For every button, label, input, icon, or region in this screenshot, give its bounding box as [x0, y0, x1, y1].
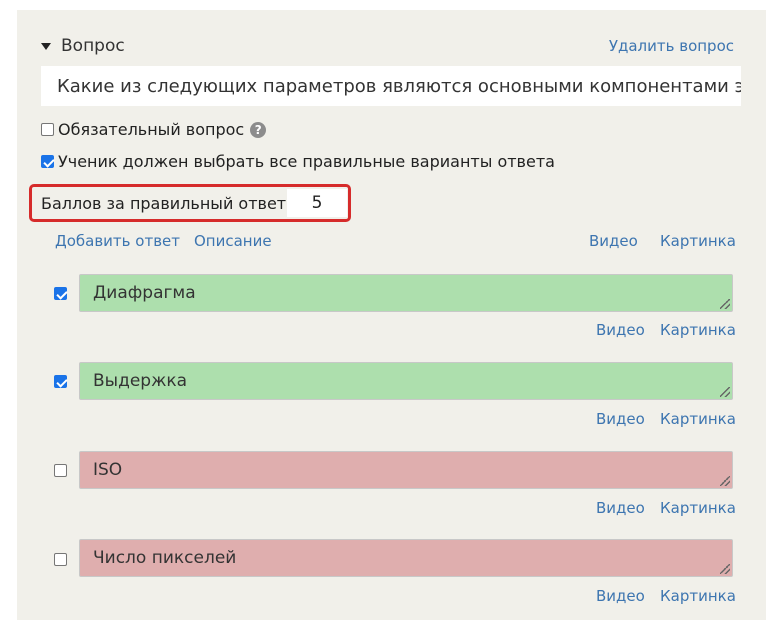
answer-text: Выдержка — [93, 371, 188, 391]
answer-video-link[interactable]: Видео — [596, 410, 645, 428]
help-icon[interactable]: ? — [250, 121, 267, 138]
all-correct-option: Ученик должен выбрать все правильные вар… — [41, 152, 555, 171]
required-label: Обязательный вопрос — [58, 120, 245, 139]
question-toggle[interactable]: Вопрос — [41, 36, 125, 56]
resize-handle-icon[interactable] — [720, 387, 730, 397]
answer-picture-link[interactable]: Картинка — [660, 587, 736, 605]
answer-picture-link[interactable]: Картинка — [660, 321, 736, 339]
all-correct-label: Ученик должен выбрать все правильные вар… — [58, 152, 555, 171]
all-correct-checkbox[interactable] — [41, 155, 54, 168]
answer-video-link[interactable]: Видео — [596, 321, 645, 339]
description-link[interactable]: Описание — [194, 232, 272, 250]
answer-text: Диафрагма — [93, 283, 196, 303]
score-field-group: Баллов за правильный ответ: 5 — [29, 184, 351, 222]
question-picture-link[interactable]: Картинка — [660, 232, 736, 250]
answer-field[interactable]: Выдержка — [79, 362, 733, 400]
score-input[interactable]: 5 — [287, 189, 347, 217]
answer-text: ISO — [93, 460, 123, 480]
caret-down-icon — [41, 42, 51, 50]
answer-text: Число пикселей — [93, 548, 237, 568]
answer-checkbox[interactable] — [54, 464, 67, 477]
question-toggle-label: Вопрос — [61, 36, 125, 56]
answer-picture-link[interactable]: Картинка — [660, 499, 736, 517]
answer-video-link[interactable]: Видео — [596, 499, 645, 517]
question-panel: Вопрос Удалить вопрос Какие из следующих… — [17, 10, 766, 620]
answer-checkbox[interactable] — [54, 287, 67, 300]
answer-video-link[interactable]: Видео — [596, 587, 645, 605]
answer-checkbox[interactable] — [54, 375, 67, 388]
score-value: 5 — [311, 193, 323, 213]
resize-handle-icon[interactable] — [720, 299, 730, 309]
add-answer-link[interactable]: Добавить ответ — [55, 232, 180, 250]
question-video-link[interactable]: Видео — [589, 232, 638, 250]
answer-field[interactable]: ISO — [79, 451, 733, 489]
resize-handle-icon[interactable] — [720, 476, 730, 486]
answer-picture-link[interactable]: Картинка — [660, 410, 736, 428]
question-text: Какие из следующих параметров являются о… — [57, 75, 741, 97]
answer-checkbox[interactable] — [54, 553, 67, 566]
score-label: Баллов за правильный ответ: — [41, 193, 292, 213]
answer-field[interactable]: Диафрагма — [79, 274, 733, 312]
question-text-input[interactable]: Какие из следующих параметров являются о… — [41, 66, 741, 106]
required-option: Обязательный вопрос ? — [41, 120, 267, 139]
answer-field[interactable]: Число пикселей — [79, 539, 733, 577]
resize-handle-icon[interactable] — [720, 564, 730, 574]
delete-question-link[interactable]: Удалить вопрос — [609, 37, 734, 55]
required-checkbox[interactable] — [41, 123, 54, 136]
